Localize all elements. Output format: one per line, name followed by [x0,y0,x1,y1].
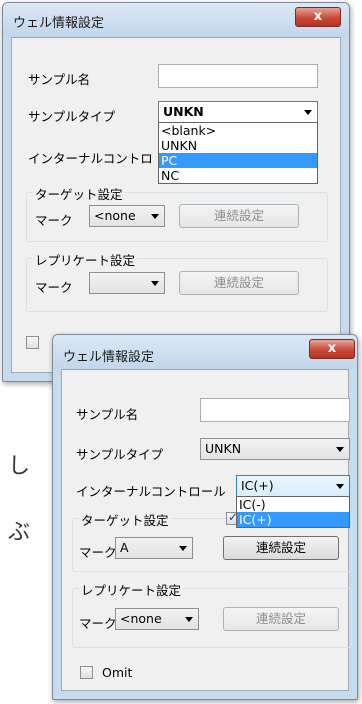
front-dialog-titlebar[interactable]: ウェル情報設定 x [53,335,357,369]
front-internal-control-dropdown: IC(-) IC(+) [236,496,350,528]
chevron-down-icon [151,214,159,219]
back-target-continuous-button[interactable]: 連続設定 [179,204,299,228]
back-target-group: ターゲット設定 マーク <none 連続設定 [26,184,328,242]
back-replicate-continuous-button[interactable]: 連続設定 [179,271,299,295]
front-dialog-title: ウェル情報設定 [63,350,155,365]
front-internal-control-value: IC(+) [241,478,274,493]
front-replicate-group: レプリケート設定 マーク <none 連続設定 [72,580,352,648]
front-target-group-title: ターゲット設定 [79,510,171,529]
back-sample-name-label: サンプル名 [28,72,91,87]
front-replicate-continuous-button[interactable]: 連続設定 [223,607,339,631]
dropdown-option-ic-minus[interactable]: IC(-) [237,497,349,512]
back-close-button[interactable]: x [295,7,341,27]
close-icon: x [313,9,323,24]
back-dialog-titlebar[interactable]: ウェル情報設定 x [3,3,349,37]
back-sample-type-select[interactable]: UNKN [158,101,318,123]
back-internal-control-label: インターナルコントロ [28,151,153,166]
front-sample-name-input[interactable] [200,398,350,422]
back-dialog: ウェル情報設定 x サンプル名 サンプルタイプ UNKN <blank> UNK… [2,2,350,382]
front-replicate-marker-select[interactable]: <none [115,608,199,630]
back-replicate-group-title: レプリケート設定 [33,250,138,269]
front-sample-type-value: UNKN [205,441,242,456]
chevron-down-icon [151,281,159,286]
front-sample-name-label: サンプル名 [76,407,139,422]
front-internal-control-label: インターナルコントロール [76,484,226,499]
back-dialog-body: サンプル名 サンプルタイプ UNKN <blank> UNKN PC NC イン… [11,37,341,373]
front-replicate-marker-value: <none [120,611,162,626]
dropdown-option-ic-plus[interactable]: IC(+) [237,512,349,527]
back-target-marker-value: <none [94,208,136,223]
chevron-down-icon [185,617,193,622]
front-sample-type-select[interactable]: UNKN [200,438,350,460]
back-sample-type-value: UNKN [163,104,204,119]
chevron-down-icon [179,546,187,551]
front-dialog-body: サンプル名 サンプルタイプ UNKN インターナルコントロール IC(+) IC… [61,369,352,691]
chevron-down-icon [336,484,344,489]
back-target-marker-select[interactable]: <none [89,205,165,227]
front-dialog: ウェル情報設定 x サンプル名 サンプルタイプ UNKN インターナルコントロー… [52,334,358,700]
front-internal-control-select[interactable]: IC(+) [236,475,350,497]
back-sample-type-dropdown: <blank> UNKN PC NC [158,122,318,184]
front-target-marker-value: A [120,540,129,555]
background-glyph-2: ぶ [8,520,31,545]
back-omit-checkbox[interactable] [26,336,39,349]
front-omit-checkbox[interactable] [80,666,93,679]
front-target-continuous-button[interactable]: 連続設定 [223,536,339,560]
dropdown-option-pc[interactable]: PC [159,153,317,168]
back-sample-name-input[interactable] [158,64,318,88]
back-target-group-title: ターゲット設定 [33,184,125,203]
front-replicate-marker-label: マーク [79,616,117,631]
background-glyph-1: し [8,454,31,479]
front-omit-label: Omit [102,665,133,680]
back-target-marker-label: マーク [35,213,73,228]
front-replicate-group-title: レプリケート設定 [79,580,184,599]
back-replicate-group: レプリケート設定 マーク 連続設定 [26,250,328,312]
front-sample-type-label: サンプルタイプ [76,447,164,462]
chevron-down-icon [336,447,344,452]
dropdown-option-unkn[interactable]: UNKN [159,138,317,153]
dropdown-option-blank[interactable]: <blank> [159,123,317,138]
chevron-down-icon [304,110,312,115]
front-close-button[interactable]: x [309,339,355,359]
dropdown-option-nc[interactable]: NC [159,168,317,183]
front-target-marker-select[interactable]: A [115,537,193,559]
close-icon: x [327,341,337,356]
back-replicate-marker-label: マーク [35,280,73,295]
back-sample-type-label: サンプルタイプ [28,109,116,124]
back-replicate-marker-select[interactable] [89,272,165,294]
front-target-marker-label: マーク [79,545,117,560]
back-dialog-title: ウェル情報設定 [13,16,105,31]
